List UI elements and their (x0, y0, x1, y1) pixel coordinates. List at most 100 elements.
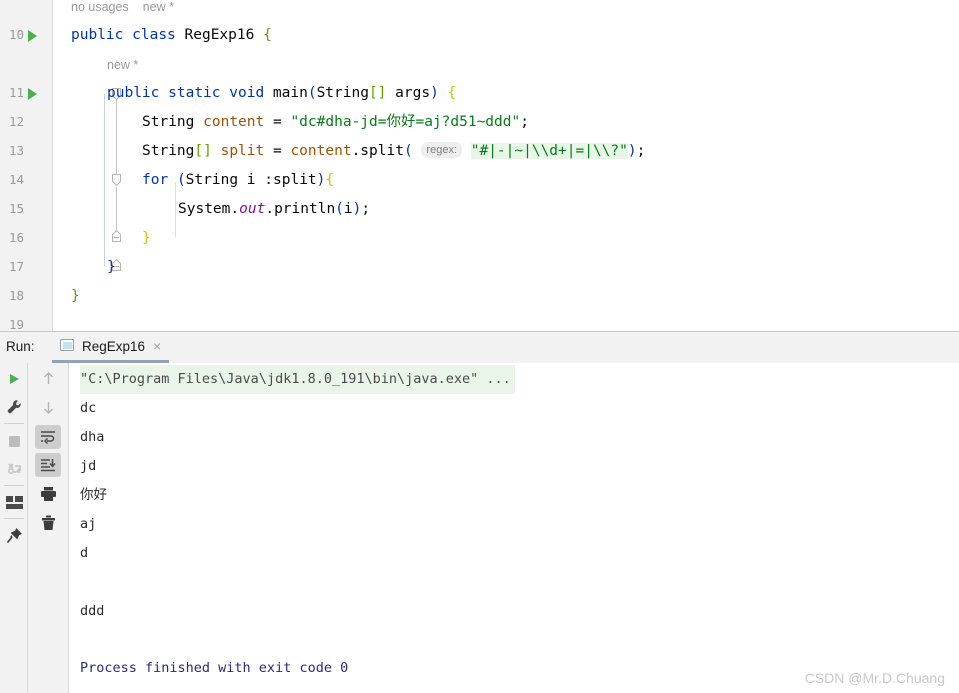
gutter-row[interactable]: 16 (0, 225, 52, 254)
kw-void: void (229, 85, 265, 101)
parameter-hint-regex[interactable]: regex: (421, 142, 462, 158)
var-content: content (203, 114, 265, 130)
console-line: d (80, 545, 89, 561)
console-line: jd (80, 458, 97, 474)
code-line-16[interactable]: } (142, 224, 151, 253)
hint-new-star-class[interactable]: new * (143, 0, 174, 14)
gutter-row[interactable]: 13 (0, 138, 52, 167)
printer-icon (40, 487, 56, 501)
assign-op: = (272, 114, 282, 130)
next-occurrence-button[interactable] (37, 396, 59, 418)
line-number: 19 (8, 317, 24, 331)
type-string: String (185, 172, 239, 188)
method-name: main (272, 85, 308, 101)
gutter-row[interactable]: 17 (0, 254, 52, 283)
toolbar-divider (4, 423, 24, 424)
method-split: split (360, 143, 404, 159)
inlay-hint-method[interactable]: new * (107, 51, 138, 80)
console-line: aj (80, 516, 97, 532)
console-line: dc (80, 400, 97, 416)
gutter-row[interactable]: 11 (0, 80, 52, 109)
dot: . (351, 143, 361, 159)
class-name: RegExp16 (184, 27, 255, 43)
code-line-13[interactable]: String[] split = content.split( regex: "… (142, 137, 645, 166)
kw-class: class (132, 27, 176, 43)
hint-no-usages[interactable]: no usages (71, 0, 129, 14)
code-line-17[interactable]: } (107, 253, 116, 282)
print-button[interactable] (37, 483, 59, 505)
run-actions-toolbar[interactable] (0, 363, 28, 693)
stop-button[interactable] (3, 430, 25, 452)
resume-program-button[interactable] (3, 458, 25, 480)
class-system: System (178, 201, 231, 217)
settings-button[interactable] (3, 396, 25, 418)
field-out: out (239, 201, 266, 217)
gutter-row[interactable]: 19 (0, 312, 52, 331)
layout-button[interactable] (3, 491, 25, 513)
prev-occurrence-button[interactable] (37, 367, 59, 389)
close-icon[interactable]: × (153, 339, 161, 353)
console-line-command: "C:\Program Files\Java\jdk1.8.0_191\bin\… (80, 365, 515, 394)
rerun-failed-icon (7, 462, 21, 474)
obj-content: content (290, 143, 352, 159)
console-line: 你好 (80, 487, 107, 503)
code-line-18[interactable]: } (71, 282, 80, 311)
code-content[interactable]: no usages new * public class RegExp16 { n… (53, 0, 959, 331)
arrow-up-icon (43, 371, 53, 384)
inlay-hint-class[interactable]: no usages new * (71, 0, 174, 22)
console-line: dha (80, 429, 105, 445)
iterable-split: split (273, 172, 317, 188)
arg-i: i (343, 201, 353, 217)
line-number: 17 (8, 259, 24, 274)
indent-guide (104, 94, 105, 266)
var-split: split (220, 143, 265, 159)
layout-icon (5, 495, 23, 509)
gutter-row[interactable]: 14 (0, 167, 52, 196)
run-tool-window[interactable]: Run: RegExp16 × "C:\Program Files\Java\j… (0, 331, 959, 693)
line-number: 14 (8, 172, 24, 187)
code-line-15[interactable]: System.out.println(i); (178, 195, 370, 224)
run-configuration-tab[interactable]: RegExp16 × (52, 332, 170, 363)
soft-wrap-button[interactable] (35, 425, 61, 449)
gutter-row[interactable]: 15 (0, 196, 52, 225)
code-line-14[interactable]: for (String i :split){ (142, 166, 334, 195)
code-line-10[interactable]: public class RegExp16 { (71, 21, 272, 50)
line-number: 12 (8, 114, 24, 129)
kw-static: static (168, 85, 221, 101)
type-string: String (142, 114, 195, 130)
brackets: [] (368, 85, 387, 101)
console-window-icon (60, 339, 75, 353)
gutter-row[interactable]: 12 (0, 109, 52, 138)
clear-all-button[interactable] (37, 512, 59, 534)
console-output[interactable]: "C:\Program Files\Java\jdk1.8.0_191\bin\… (69, 363, 959, 693)
code-editor[interactable]: 10 11 12 13 14 15 16 17 18 19 no usages … (0, 0, 959, 331)
fold-connector-line (116, 187, 117, 232)
hint-new-star-method[interactable]: new * (107, 58, 138, 72)
scroll-to-end-button[interactable] (35, 453, 61, 477)
line-number: 13 (8, 143, 24, 158)
run-method-icon[interactable] (28, 88, 37, 100)
string-literal-content: "dc#dha-jd=你好=aj?d51~ddd" (290, 114, 521, 130)
console-actions-toolbar[interactable] (28, 363, 69, 693)
var-i: i (246, 172, 256, 188)
semicolon: ; (520, 114, 529, 130)
pin-tab-button[interactable] (3, 525, 25, 547)
run-tab-label: RegExp16 (82, 338, 146, 354)
editor-gutter[interactable]: 10 11 12 13 14 15 16 17 18 19 (0, 0, 53, 331)
line-number: 15 (8, 201, 24, 216)
gutter-row[interactable]: 18 (0, 283, 52, 312)
line-number: 18 (8, 288, 24, 303)
paren-open: ( (403, 143, 413, 159)
kw-for: for (142, 172, 169, 188)
paren-close: ) (430, 85, 439, 101)
dot: . (265, 201, 275, 217)
paren-open: ( (307, 85, 317, 101)
kw-public: public (107, 85, 160, 101)
trash-icon (41, 515, 55, 530)
gutter-row[interactable]: 10 (0, 22, 52, 51)
code-line-12[interactable]: String content = "dc#dha-jd=你好=aj?d51~dd… (142, 108, 529, 137)
code-line-11[interactable]: public static void main(String[] args) { (107, 79, 456, 108)
rerun-button[interactable] (3, 368, 25, 390)
brace: } (71, 288, 80, 304)
run-class-icon[interactable] (28, 30, 37, 42)
